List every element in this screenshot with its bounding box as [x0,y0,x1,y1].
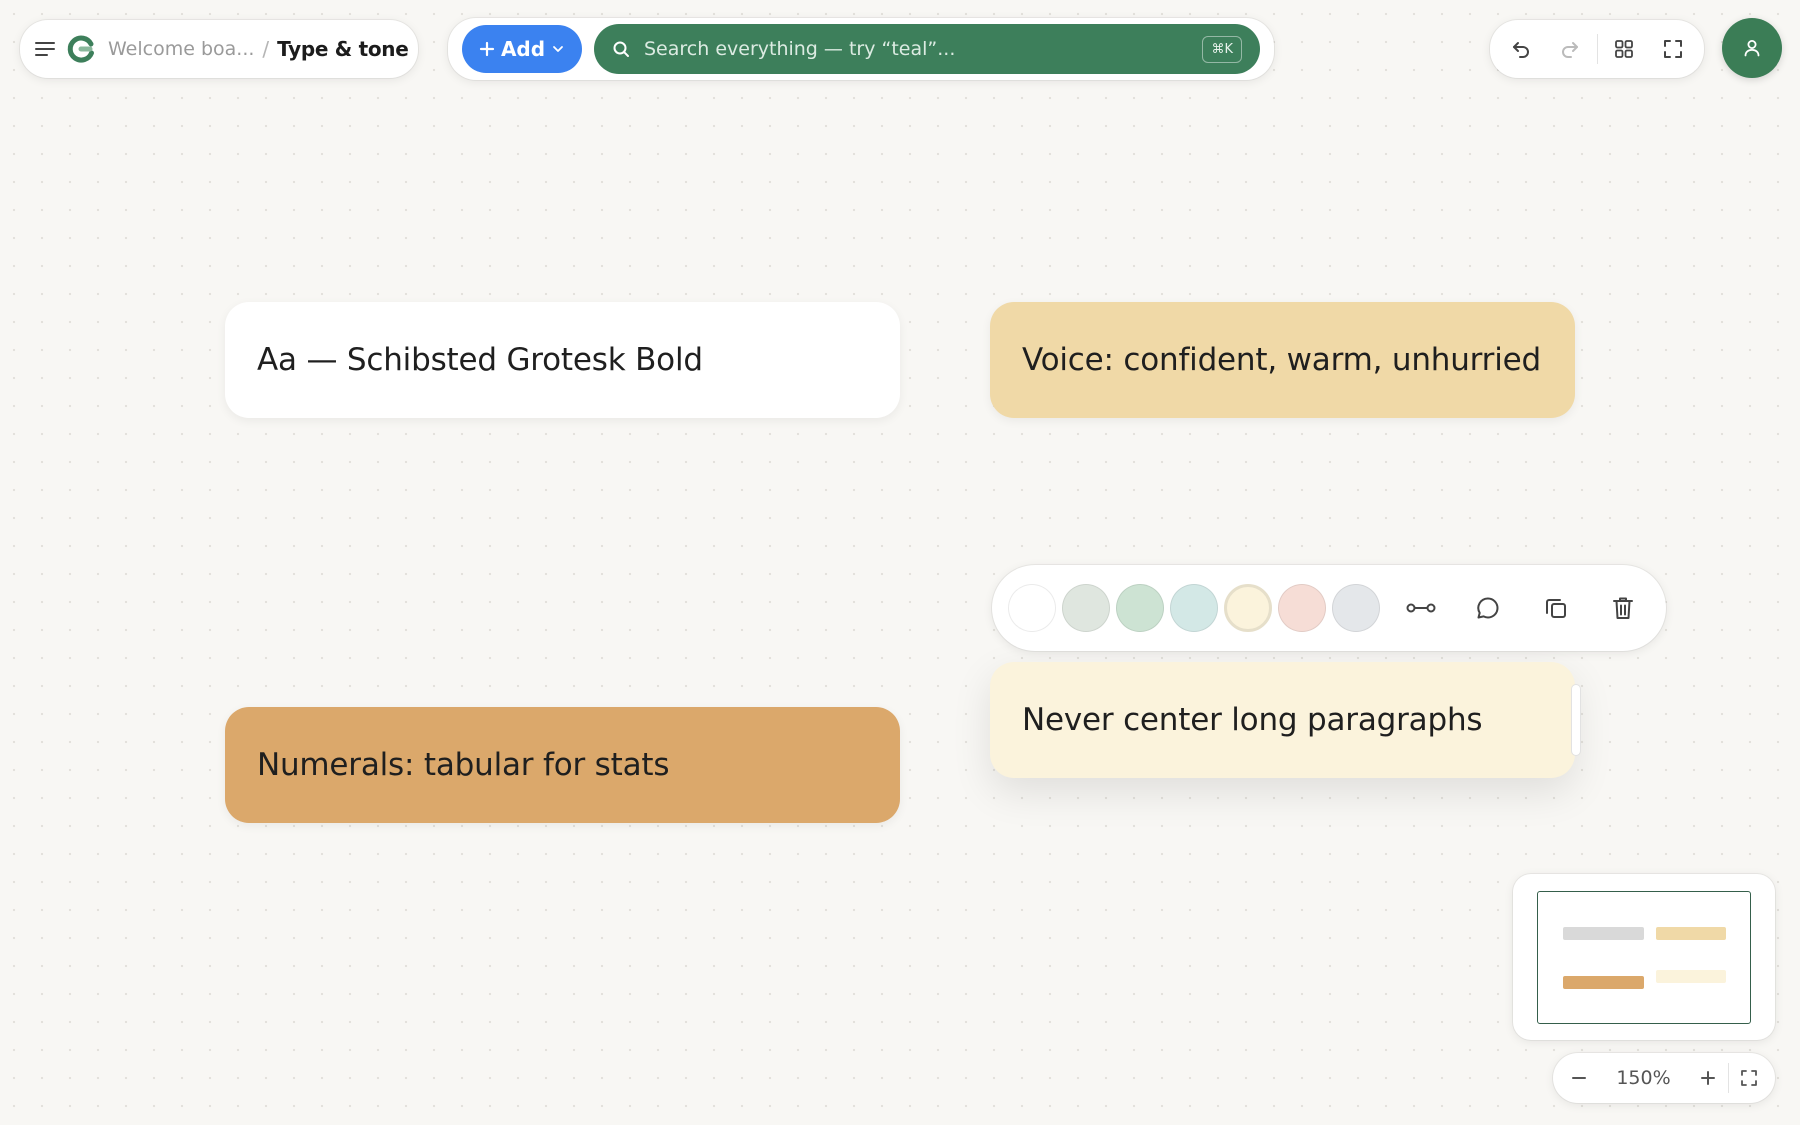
color-swatch[interactable] [1224,584,1272,632]
card-context-toolbar [992,565,1666,651]
fit-to-screen-icon[interactable] [1729,1058,1769,1098]
zoom-out-icon[interactable] [1559,1058,1599,1098]
plus-icon [479,41,495,57]
add-button[interactable]: Add [462,25,582,73]
color-swatch-group [1008,584,1386,632]
selected-sticky-card[interactable]: Never center long paragraphs [990,662,1575,778]
minimap-card [1656,927,1726,940]
trash-icon[interactable] [1597,581,1651,635]
search-icon [613,41,629,57]
toolbar-divider [1596,34,1598,64]
undo-icon[interactable] [1498,26,1544,72]
search-bar[interactable]: ⌘K [594,24,1260,74]
sticky-card[interactable]: Aa — Schibsted Grotesk Bold [225,302,900,418]
zoom-level[interactable]: 150% [1599,1067,1688,1089]
zoom-controls: 150% [1553,1053,1775,1103]
search-input[interactable] [642,37,1203,61]
add-button-label: Add [500,37,546,61]
color-swatch[interactable] [1170,584,1218,632]
breadcrumb-separator: / [262,37,270,61]
breadcrumb-bar: Welcome boa... / Type & tone [20,20,418,78]
sticky-card[interactable]: Voice: confident, warm, unhurried [990,302,1575,418]
card-text: Aa — Schibsted Grotesk Bold [257,342,703,378]
chevron-down-icon [553,46,563,52]
menu-icon[interactable] [34,27,56,71]
color-swatch[interactable] [1008,584,1056,632]
color-swatch[interactable] [1332,584,1380,632]
card-text: Voice: confident, warm, unhurried [1022,342,1541,378]
redo-icon[interactable] [1547,26,1593,72]
grid-view-icon[interactable] [1601,26,1647,72]
card-text: Numerals: tabular for stats [257,747,670,783]
minimap-card [1563,976,1644,989]
user-avatar[interactable] [1722,18,1782,78]
minimap[interactable] [1513,874,1775,1040]
zoom-in-icon[interactable] [1688,1058,1728,1098]
breadcrumb-parent[interactable]: Welcome boa... [108,38,254,60]
color-swatch[interactable] [1116,584,1164,632]
color-swatch[interactable] [1062,584,1110,632]
minimap-card [1656,970,1726,983]
card-resize-handle[interactable] [1572,685,1580,755]
app-logo-icon [66,34,96,64]
connector-icon[interactable] [1394,581,1448,635]
duplicate-icon[interactable] [1529,581,1583,635]
main-toolbar: Add ⌘K [448,18,1274,80]
history-controls [1490,20,1704,78]
minimap-card [1563,927,1644,940]
card-text: Never center long paragraphs [1022,702,1483,738]
search-shortcut-badge: ⌘K [1202,35,1242,63]
sticky-card[interactable]: Numerals: tabular for stats [225,707,900,823]
fullscreen-icon[interactable] [1650,26,1696,72]
breadcrumb-current[interactable]: Type & tone [277,37,409,61]
user-icon [1744,40,1760,57]
color-swatch[interactable] [1278,584,1326,632]
minimap-viewport[interactable] [1537,891,1751,1024]
comment-icon[interactable] [1462,581,1516,635]
